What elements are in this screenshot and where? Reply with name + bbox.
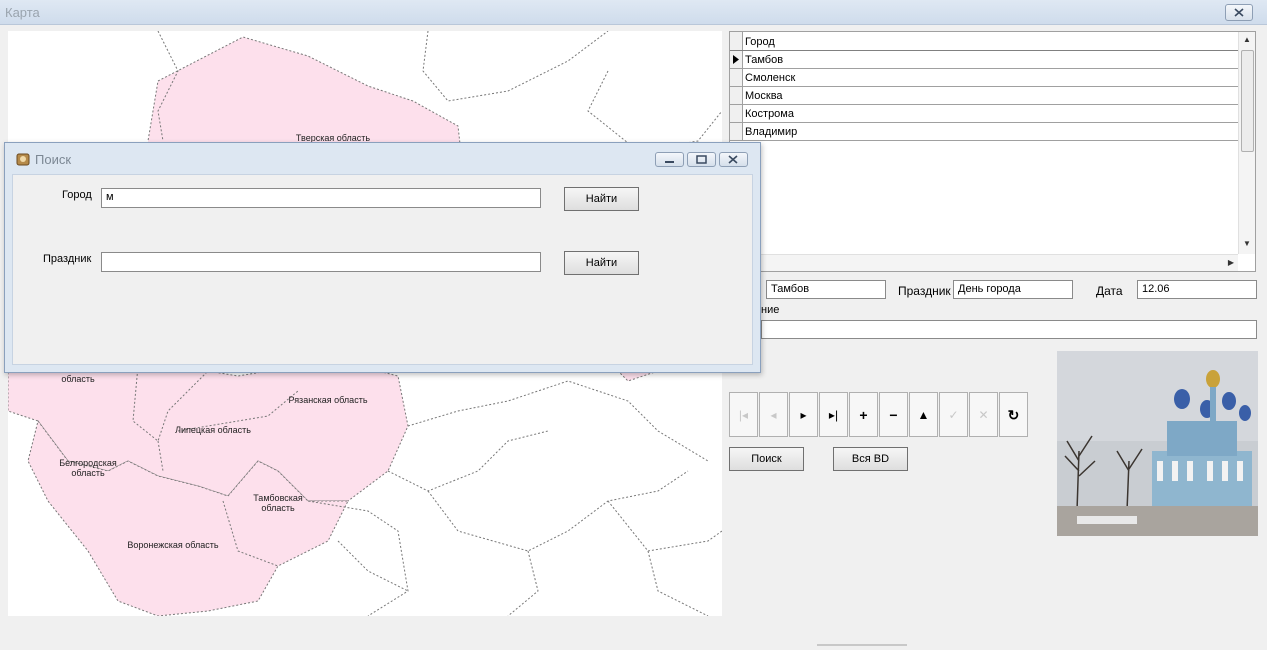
table-row[interactable]: Владимир bbox=[730, 123, 1238, 141]
row-indicator bbox=[730, 69, 743, 86]
close-button[interactable] bbox=[1225, 4, 1253, 21]
nav-insert-button[interactable]: + bbox=[849, 392, 878, 437]
post-record-icon: ✓ bbox=[948, 408, 959, 422]
nav-edit-button[interactable]: ▲ bbox=[909, 392, 938, 437]
row-indicator bbox=[730, 51, 743, 68]
scroll-down-icon[interactable]: ▼ bbox=[1243, 239, 1251, 248]
prior-record-icon: ◂ bbox=[770, 408, 777, 422]
description-field[interactable] bbox=[761, 320, 1257, 339]
row-indicator bbox=[730, 105, 743, 122]
first-record-icon: |◂ bbox=[738, 408, 749, 422]
region-label: Белгородская область bbox=[59, 458, 117, 478]
grid-cell-city[interactable]: Тамбов bbox=[745, 54, 783, 66]
minimize-button[interactable] bbox=[655, 152, 684, 167]
city-field[interactable]: Тамбов bbox=[766, 280, 886, 299]
table-row[interactable]: Москва bbox=[730, 87, 1238, 105]
edit-record-icon: ▲ bbox=[917, 408, 930, 422]
search-dialog-body: Город м Найти Праздник Найти bbox=[12, 174, 753, 365]
search-holiday-label: Праздник bbox=[43, 253, 92, 265]
nav-prior-button[interactable]: ◂ bbox=[759, 392, 788, 437]
next-record-icon: ▸ bbox=[800, 408, 807, 422]
region-label: Тамбовская область bbox=[253, 493, 303, 513]
minimize-icon bbox=[665, 161, 674, 163]
search-city-input[interactable]: м bbox=[101, 188, 541, 208]
close-icon bbox=[728, 155, 738, 164]
nav-next-button[interactable]: ▸ bbox=[789, 392, 818, 437]
cancel-record-icon: ✕ bbox=[978, 408, 989, 422]
status-edge bbox=[817, 644, 907, 646]
main-title-bar: Карта bbox=[0, 0, 1267, 25]
holiday-field[interactable]: День города bbox=[953, 280, 1073, 299]
holiday-label: Праздник bbox=[898, 284, 951, 298]
current-row-arrow-icon bbox=[733, 55, 739, 64]
date-field[interactable]: 12.06 bbox=[1137, 280, 1257, 299]
scroll-thumb[interactable] bbox=[1241, 50, 1254, 152]
region-label: область bbox=[61, 374, 95, 384]
header-indicator bbox=[730, 32, 743, 50]
row-indicator bbox=[730, 87, 743, 104]
city-photo bbox=[1057, 351, 1258, 536]
row-indicator bbox=[730, 123, 743, 140]
search-dialog: Поиск Город м Найти Праздник Найти bbox=[4, 142, 761, 373]
maximize-button[interactable] bbox=[687, 152, 716, 167]
close-icon bbox=[1234, 8, 1244, 17]
last-record-icon: ▸| bbox=[828, 408, 839, 422]
nav-cancel-button[interactable]: ✕ bbox=[969, 392, 998, 437]
dialog-close-button[interactable] bbox=[719, 152, 748, 167]
find-holiday-button[interactable]: Найти bbox=[564, 251, 639, 275]
table-row[interactable]: Смоленск bbox=[730, 69, 1238, 87]
region-label: Рязанская область bbox=[288, 395, 368, 405]
grid-column-city[interactable]: Город bbox=[745, 36, 775, 48]
search-holiday-input[interactable] bbox=[101, 252, 541, 272]
nav-first-button[interactable]: |◂ bbox=[729, 392, 758, 437]
grid-header: Город bbox=[730, 32, 1238, 51]
region-label: Воронежская область bbox=[127, 540, 219, 550]
refresh-icon: ↻ bbox=[1007, 407, 1020, 423]
delete-record-icon: − bbox=[889, 407, 898, 423]
all-db-button[interactable]: Вся BD bbox=[833, 447, 908, 471]
table-row[interactable]: Тамбов bbox=[730, 51, 1238, 69]
cities-grid[interactable]: Город Тамбов Смоленск Москва Кострома Вл… bbox=[729, 31, 1256, 272]
region-label: Липецкая область bbox=[175, 425, 251, 435]
grid-cell-city[interactable]: Кострома bbox=[745, 108, 794, 120]
table-row[interactable]: Кострома bbox=[730, 105, 1238, 123]
search-dialog-title: Поиск bbox=[35, 152, 72, 167]
app-icon bbox=[16, 153, 30, 166]
maximize-icon bbox=[696, 155, 707, 164]
date-label: Дата bbox=[1096, 284, 1123, 298]
window-title: Карта bbox=[5, 5, 40, 20]
nav-delete-button[interactable]: − bbox=[879, 392, 908, 437]
description-label: ние bbox=[761, 304, 780, 316]
search-city-label: Город bbox=[62, 189, 92, 201]
nav-refresh-button[interactable]: ↻ bbox=[999, 392, 1028, 437]
grid-cell-city[interactable]: Владимир bbox=[745, 126, 797, 138]
grid-cell-city[interactable]: Москва bbox=[745, 90, 783, 102]
nav-post-button[interactable]: ✓ bbox=[939, 392, 968, 437]
grid-cell-city[interactable]: Смоленск bbox=[745, 72, 795, 84]
find-city-button[interactable]: Найти bbox=[564, 187, 639, 211]
search-button[interactable]: Поиск bbox=[729, 447, 804, 471]
grid-vertical-scrollbar[interactable]: ▲ ▼ bbox=[1238, 32, 1255, 254]
grid-horizontal-scrollbar[interactable]: ▶ bbox=[730, 254, 1238, 271]
scroll-right-icon[interactable]: ▶ bbox=[1228, 258, 1234, 267]
scroll-up-icon[interactable]: ▲ bbox=[1243, 35, 1251, 44]
cathedral-photo-drawing bbox=[1057, 351, 1258, 536]
nav-last-button[interactable]: ▸| bbox=[819, 392, 848, 437]
insert-record-icon: + bbox=[859, 407, 868, 423]
